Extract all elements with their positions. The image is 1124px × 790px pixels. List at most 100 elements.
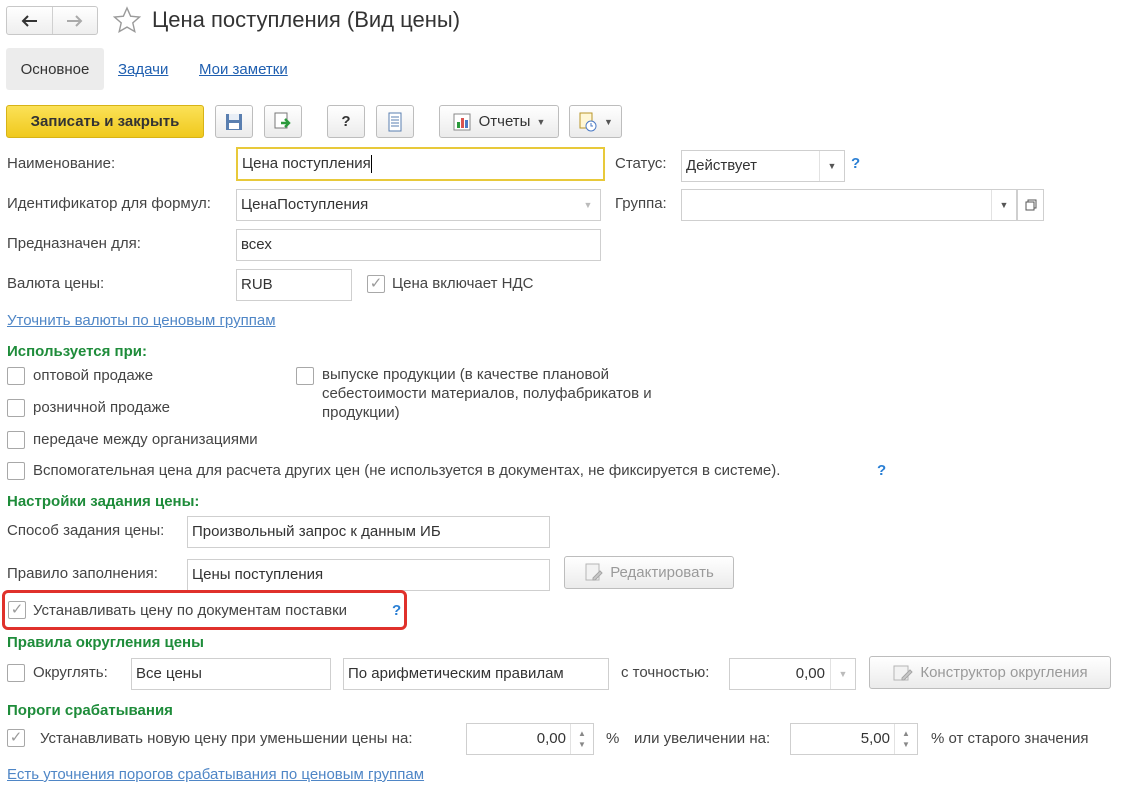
auxiliary-checkbox[interactable] [7,462,25,480]
document-clock-icon [579,112,597,131]
price-settings-section-title: Настройки задания цены: [7,493,200,510]
rounding-constructor-label: Конструктор округления [920,664,1088,681]
status-value: Действует [686,157,757,174]
refine-thresholds-link[interactable]: Есть уточнения порогов срабатывания по ц… [7,766,424,783]
transfer-checkbox[interactable] [7,431,25,449]
retail-checkbox[interactable] [7,399,25,417]
method-label: Способ задания цены: [7,522,165,539]
formula-id-input[interactable]: ЦенаПоступления ▼ [236,189,601,221]
auxiliary-help-icon[interactable]: ? [877,462,886,479]
edit-button[interactable]: Редактировать [564,556,734,589]
precision-value: 0,00 [795,665,825,682]
more-actions-button[interactable]: ▼ [569,105,622,138]
save-and-close-label: Записать и закрыть [30,113,180,130]
reports-label: Отчеты [478,113,531,130]
production-label-line2: себестоимости материалов, полуфабрикатов… [322,385,652,402]
document-green-arrow-icon [274,112,291,128]
wholesale-checkbox[interactable] [7,367,25,385]
post-button[interactable] [264,105,302,138]
favorite-star-icon[interactable] [112,6,142,34]
rounding-scope-input[interactable]: Все цены [131,658,331,690]
currency-label: Валюта цены: [7,275,105,292]
structure-button[interactable] [376,105,414,138]
floppy-disk-icon [226,113,242,130]
help-button[interactable]: ? [327,105,365,138]
constructor-icon [893,665,914,680]
set-by-docs-label: Устанавливать цену по документам поставк… [33,602,348,619]
save-and-close-button[interactable]: Записать и закрыть [6,105,204,138]
vat-checkbox[interactable]: ✓ [367,275,385,293]
name-input[interactable]: Цена поступления [236,147,605,181]
spin-up-icon: ▲ [902,729,910,738]
transfer-label: передаче между организациями [33,431,258,448]
intended-label: Предназначен для: [7,235,141,252]
auxiliary-label: Вспомогательная цена для расчета других … [33,462,781,479]
round-checkbox[interactable] [7,664,25,682]
set-by-docs-checkbox[interactable]: ✓ [8,601,26,619]
status-label: Статус: [615,155,667,172]
tab-notes[interactable]: Мои заметки [199,61,288,78]
increase-input[interactable]: 5,00 ▲ ▼ [790,723,918,755]
method-value: Произвольный запрос к данным ИБ [192,523,441,540]
nav-buttons [6,6,98,35]
back-button[interactable] [7,7,53,34]
save-button[interactable] [215,105,253,138]
intended-input[interactable]: всех [236,229,601,261]
percent-sign: % [606,730,620,747]
rule-label: Правило заполнения: [7,565,158,582]
name-input-value: Цена поступления [242,155,371,172]
from-old-value-label: % от старого значения [931,730,1089,747]
rounding-method-input[interactable]: По арифметическим правилам [343,658,609,690]
forward-button[interactable] [53,7,98,34]
edit-button-label: Редактировать [610,564,714,581]
intended-value: всех [241,236,272,253]
help-button-label: ? [341,113,351,130]
increase-spinner[interactable]: ▲ ▼ [894,724,917,754]
rounding-section-title: Правила округления цены [7,634,204,651]
thresholds-section-title: Пороги срабатывания [7,702,173,719]
precision-select[interactable]: 0,00 ▼ [729,658,856,690]
currency-input[interactable]: RUB [236,269,352,301]
group-open-button[interactable] [1017,189,1044,221]
increase-value: 5,00 [860,730,890,747]
retail-label: розничной продаже [33,399,170,416]
rounding-scope-value: Все цены [136,665,202,682]
report-chart-icon [453,113,471,130]
text-cursor [370,155,372,174]
decrease-value: 0,00 [536,730,566,747]
list-icon [388,112,402,131]
decrease-input[interactable]: 0,00 ▲ ▼ [466,723,594,755]
status-select[interactable]: Действует ▼ [681,150,845,182]
spin-down-icon: ▼ [902,740,910,749]
production-label-line3: продукции) [322,404,400,421]
tab-main[interactable]: Основное [6,48,104,90]
production-checkbox[interactable] [296,367,314,385]
refine-currency-link[interactable]: Уточнить валюты по ценовым группам [7,312,276,329]
page-title: Цена поступления (Вид цены) [152,7,461,32]
formula-id-label: Идентификатор для формул: [7,195,211,212]
rule-input[interactable]: Цены поступления [187,559,550,591]
formula-id-value: ЦенаПоступления [241,196,369,213]
round-label: Округлять: [33,664,108,681]
vat-label: Цена включает НДС [392,275,534,292]
chevron-down-icon: ▼ [819,151,844,181]
currency-value: RUB [241,276,273,293]
set-new-price-checkbox[interactable]: ✓ [7,729,25,747]
group-select[interactable]: ▼ [681,189,1017,221]
decrease-spinner[interactable]: ▲ ▼ [570,724,593,754]
method-input[interactable]: Произвольный запрос к данным ИБ [187,516,550,548]
rule-value: Цены поступления [192,566,324,583]
production-label-line1: выпуске продукции (в качестве плановой [322,366,609,383]
wholesale-label: оптовой продаже [33,367,154,384]
arrow-right-icon [66,14,83,27]
rounding-method-value: По арифметическим правилам [348,665,564,682]
rounding-constructor-button[interactable]: Конструктор округления [869,656,1111,689]
tab-tasks[interactable]: Задачи [118,61,168,78]
open-window-icon [1025,199,1036,211]
chevron-down-icon: ▼ [536,116,546,127]
status-help-icon[interactable]: ? [851,155,860,172]
reports-button[interactable]: Отчеты ▼ [439,105,559,138]
arrow-left-icon [21,14,38,27]
set-by-docs-help-icon[interactable]: ? [392,602,401,619]
spin-down-icon: ▼ [578,740,586,749]
